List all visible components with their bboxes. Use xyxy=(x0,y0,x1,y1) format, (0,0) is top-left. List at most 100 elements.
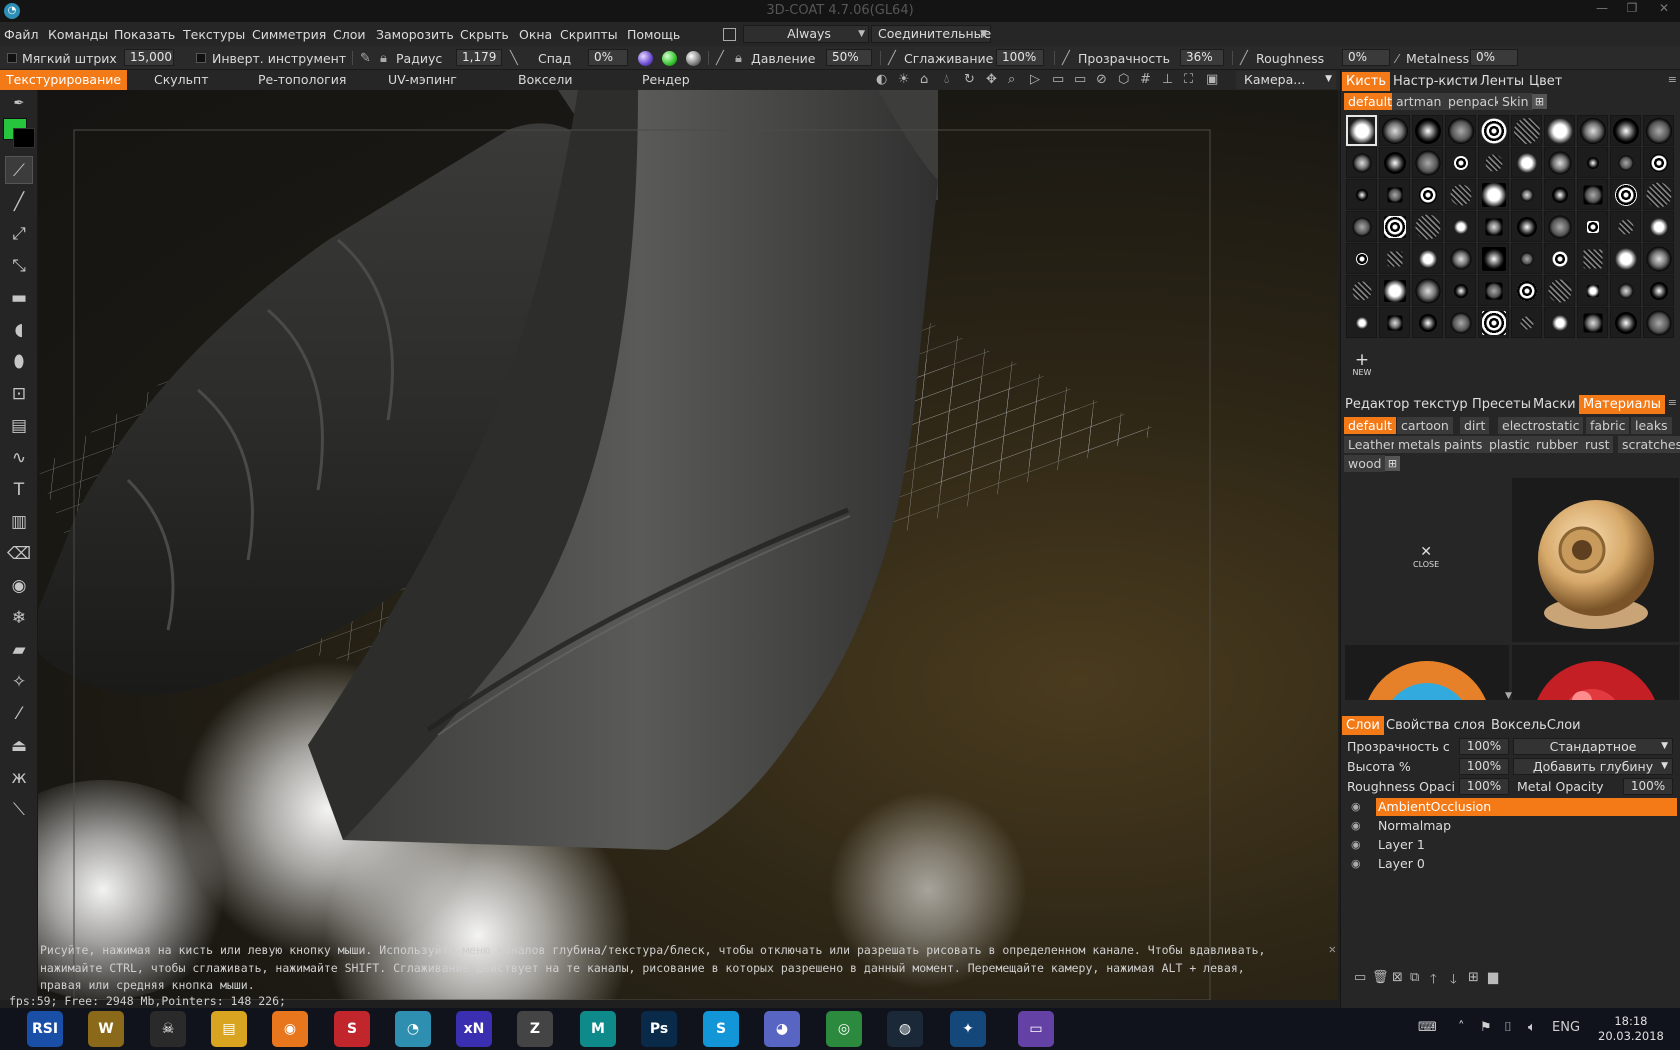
image-icon[interactable]: ▣ xyxy=(1206,72,1218,87)
brush-alpha-thumbnail[interactable] xyxy=(1478,275,1509,306)
brush-alpha-thumbnail[interactable] xyxy=(1478,115,1509,146)
brush-alpha-thumbnail[interactable] xyxy=(1478,147,1509,178)
tab-layers[interactable]: Слои xyxy=(1342,716,1384,735)
blender-icon[interactable]: ◉ xyxy=(272,1011,308,1047)
radius-value[interactable]: 1,179 xyxy=(456,49,502,66)
brush-alpha-thumbnail[interactable] xyxy=(1445,275,1476,306)
tab-texture-editor[interactable]: Редактор текстур xyxy=(1345,395,1468,414)
brush-tag-artman[interactable]: artman xyxy=(1392,93,1446,110)
brush-tag-penpack[interactable]: penpack xyxy=(1444,93,1506,110)
layer-item[interactable]: ◉ Normalmap xyxy=(1345,817,1677,835)
brush-alpha-thumbnail[interactable] xyxy=(1478,243,1509,274)
twitch-icon[interactable]: ▭ xyxy=(1018,1011,1054,1047)
delete-layer-icon[interactable]: 🗑︎ xyxy=(1372,970,1389,985)
menu-freeze[interactable]: Заморозить xyxy=(376,27,454,42)
brush-alpha-thumbnail[interactable] xyxy=(1544,115,1575,146)
skull-app-icon[interactable]: ☠ xyxy=(150,1011,186,1047)
smudge-tool-icon[interactable]: ▬ xyxy=(5,284,33,312)
brush-alpha-thumbnail[interactable] xyxy=(1610,307,1641,338)
3d-viewport[interactable] xyxy=(38,90,1338,1000)
contrast-icon[interactable]: ◐ xyxy=(876,72,887,87)
invert-tool-checkbox[interactable] xyxy=(196,53,206,63)
material-tag[interactable]: rust xyxy=(1581,436,1614,453)
brush-alpha-thumbnail[interactable] xyxy=(1610,211,1641,242)
new-layer-icon[interactable]: ▭ xyxy=(1354,970,1366,985)
close-material-button[interactable]: ✕ CLOSE xyxy=(1413,544,1439,569)
minimize-icon[interactable]: — xyxy=(1588,1,1616,15)
brush-alpha-thumbnail[interactable] xyxy=(1379,211,1410,242)
brush-alpha-thumbnail[interactable] xyxy=(1379,307,1410,338)
layer-item[interactable]: ◉ Layer 0 xyxy=(1345,855,1677,873)
brush-size-icon[interactable]: ✎ xyxy=(360,51,371,66)
brush-alpha-thumbnail[interactable] xyxy=(1445,307,1476,338)
brush-alpha-thumbnail[interactable] xyxy=(1577,147,1608,178)
blend-mode-select[interactable]: Стандартное ▼ xyxy=(1513,738,1673,755)
brush-alpha-thumbnail[interactable] xyxy=(1346,307,1377,338)
move-down-icon[interactable]: 🡓 xyxy=(1450,970,1457,992)
eyedropper-icon[interactable]: ⁄ xyxy=(5,700,33,728)
cube-icon[interactable]: ⬡ xyxy=(1118,72,1129,87)
brush-tag-default[interactable]: default xyxy=(1344,93,1396,110)
freeze-tool-icon[interactable]: ❄ xyxy=(5,604,33,632)
duplicate-layer-icon[interactable]: ⧉ xyxy=(1410,970,1419,985)
brush-alpha-thumbnail[interactable] xyxy=(1643,307,1674,338)
brush-tag-skin[interactable]: Skin xyxy=(1498,93,1533,110)
tab-presets[interactable]: Пресеты xyxy=(1472,395,1531,414)
3dcoat-taskbar-icon[interactable]: ◔ xyxy=(395,1011,431,1047)
brush-alpha-thumbnail[interactable] xyxy=(1379,275,1410,306)
material-tag[interactable]: rubber xyxy=(1532,436,1582,453)
brush-alpha-thumbnail[interactable] xyxy=(1511,179,1542,210)
maximize-icon[interactable]: ❐ xyxy=(1618,1,1646,15)
material-tag[interactable]: scratches xyxy=(1618,436,1680,453)
camera-combo[interactable]: Камера... ▼ xyxy=(1236,71,1336,89)
brush-alpha-thumbnail[interactable] xyxy=(1643,147,1674,178)
brush-alpha-thumbnail[interactable] xyxy=(1544,275,1575,306)
brush-alpha-thumbnail[interactable] xyxy=(1445,147,1476,178)
brush-alpha-thumbnail[interactable] xyxy=(1511,275,1542,306)
brush-alpha-thumbnail[interactable] xyxy=(1544,147,1575,178)
brush-alpha-thumbnail[interactable] xyxy=(1577,179,1608,210)
drop-icon[interactable]: 💧︎ xyxy=(944,72,949,87)
soft-stroke-checkbox[interactable] xyxy=(7,53,17,63)
transparency-value[interactable]: 36% xyxy=(1180,49,1224,66)
menu-symmetry[interactable]: Симметрия xyxy=(252,27,326,42)
transform-tool-icon[interactable]: ⊡ xyxy=(5,380,33,408)
close-window-icon[interactable]: ✕ xyxy=(1650,1,1678,15)
fill-tool-icon[interactable]: ⤡ xyxy=(5,252,33,280)
layer-item[interactable]: ◉ AmbientOcclusion xyxy=(1345,798,1677,816)
brush-alpha-thumbnail[interactable] xyxy=(1412,275,1443,306)
chrome-icon[interactable]: ◎ xyxy=(826,1011,862,1047)
brush-alpha-thumbnail[interactable] xyxy=(1610,243,1641,274)
brush-alpha-thumbnail[interactable] xyxy=(1610,115,1641,146)
play-icon[interactable]: ▷ xyxy=(1030,72,1040,87)
material-tag[interactable]: electrostatic xyxy=(1498,417,1584,434)
zbrush-icon[interactable]: Z xyxy=(517,1011,553,1047)
brush-alpha-thumbnail[interactable] xyxy=(1478,179,1509,210)
panel-menu-icon[interactable]: ≡ xyxy=(1668,396,1677,409)
new-brush-button[interactable]: + NEW xyxy=(1349,352,1375,378)
menu-windows[interactable]: Окна xyxy=(519,27,552,42)
material-tag[interactable]: default xyxy=(1344,417,1396,434)
brush-alpha-thumbnail[interactable] xyxy=(1577,275,1608,306)
clock[interactable]: 18:18 20.03.2018 xyxy=(1598,1014,1664,1044)
layer-options-icon[interactable]: ⊞ xyxy=(1468,970,1479,985)
close-hint-icon[interactable]: ✕ xyxy=(1329,941,1336,959)
brush-tool-icon[interactable]: ⟋ xyxy=(5,156,33,184)
file-explorer-icon[interactable]: ▤ xyxy=(211,1011,247,1047)
brush-alpha-thumbnail[interactable] xyxy=(1412,307,1443,338)
roughness-opacity-value[interactable]: 100% xyxy=(1459,778,1509,795)
brush-alpha-thumbnail[interactable] xyxy=(1379,115,1410,146)
line-tool-icon[interactable]: ╱ xyxy=(5,188,33,216)
discord-icon[interactable]: ◕ xyxy=(764,1011,800,1047)
layer-height-value[interactable]: 100% xyxy=(1459,758,1509,775)
eye-icon[interactable]: ◉ xyxy=(1351,857,1361,870)
tab-materials[interactable]: Материалы xyxy=(1579,395,1665,414)
rotate-icon[interactable]: ↻ xyxy=(964,72,975,87)
material-tag[interactable]: Leather xyxy=(1344,436,1400,453)
brush-alpha-thumbnail[interactable] xyxy=(1412,179,1443,210)
rsi-icon[interactable]: RSI xyxy=(27,1011,63,1047)
brush-alpha-thumbnail[interactable] xyxy=(1643,275,1674,306)
menu-help[interactable]: Помощь xyxy=(627,27,680,42)
brush-alpha-thumbnail[interactable] xyxy=(1412,115,1443,146)
smoothing-value[interactable]: 100% xyxy=(996,49,1044,66)
